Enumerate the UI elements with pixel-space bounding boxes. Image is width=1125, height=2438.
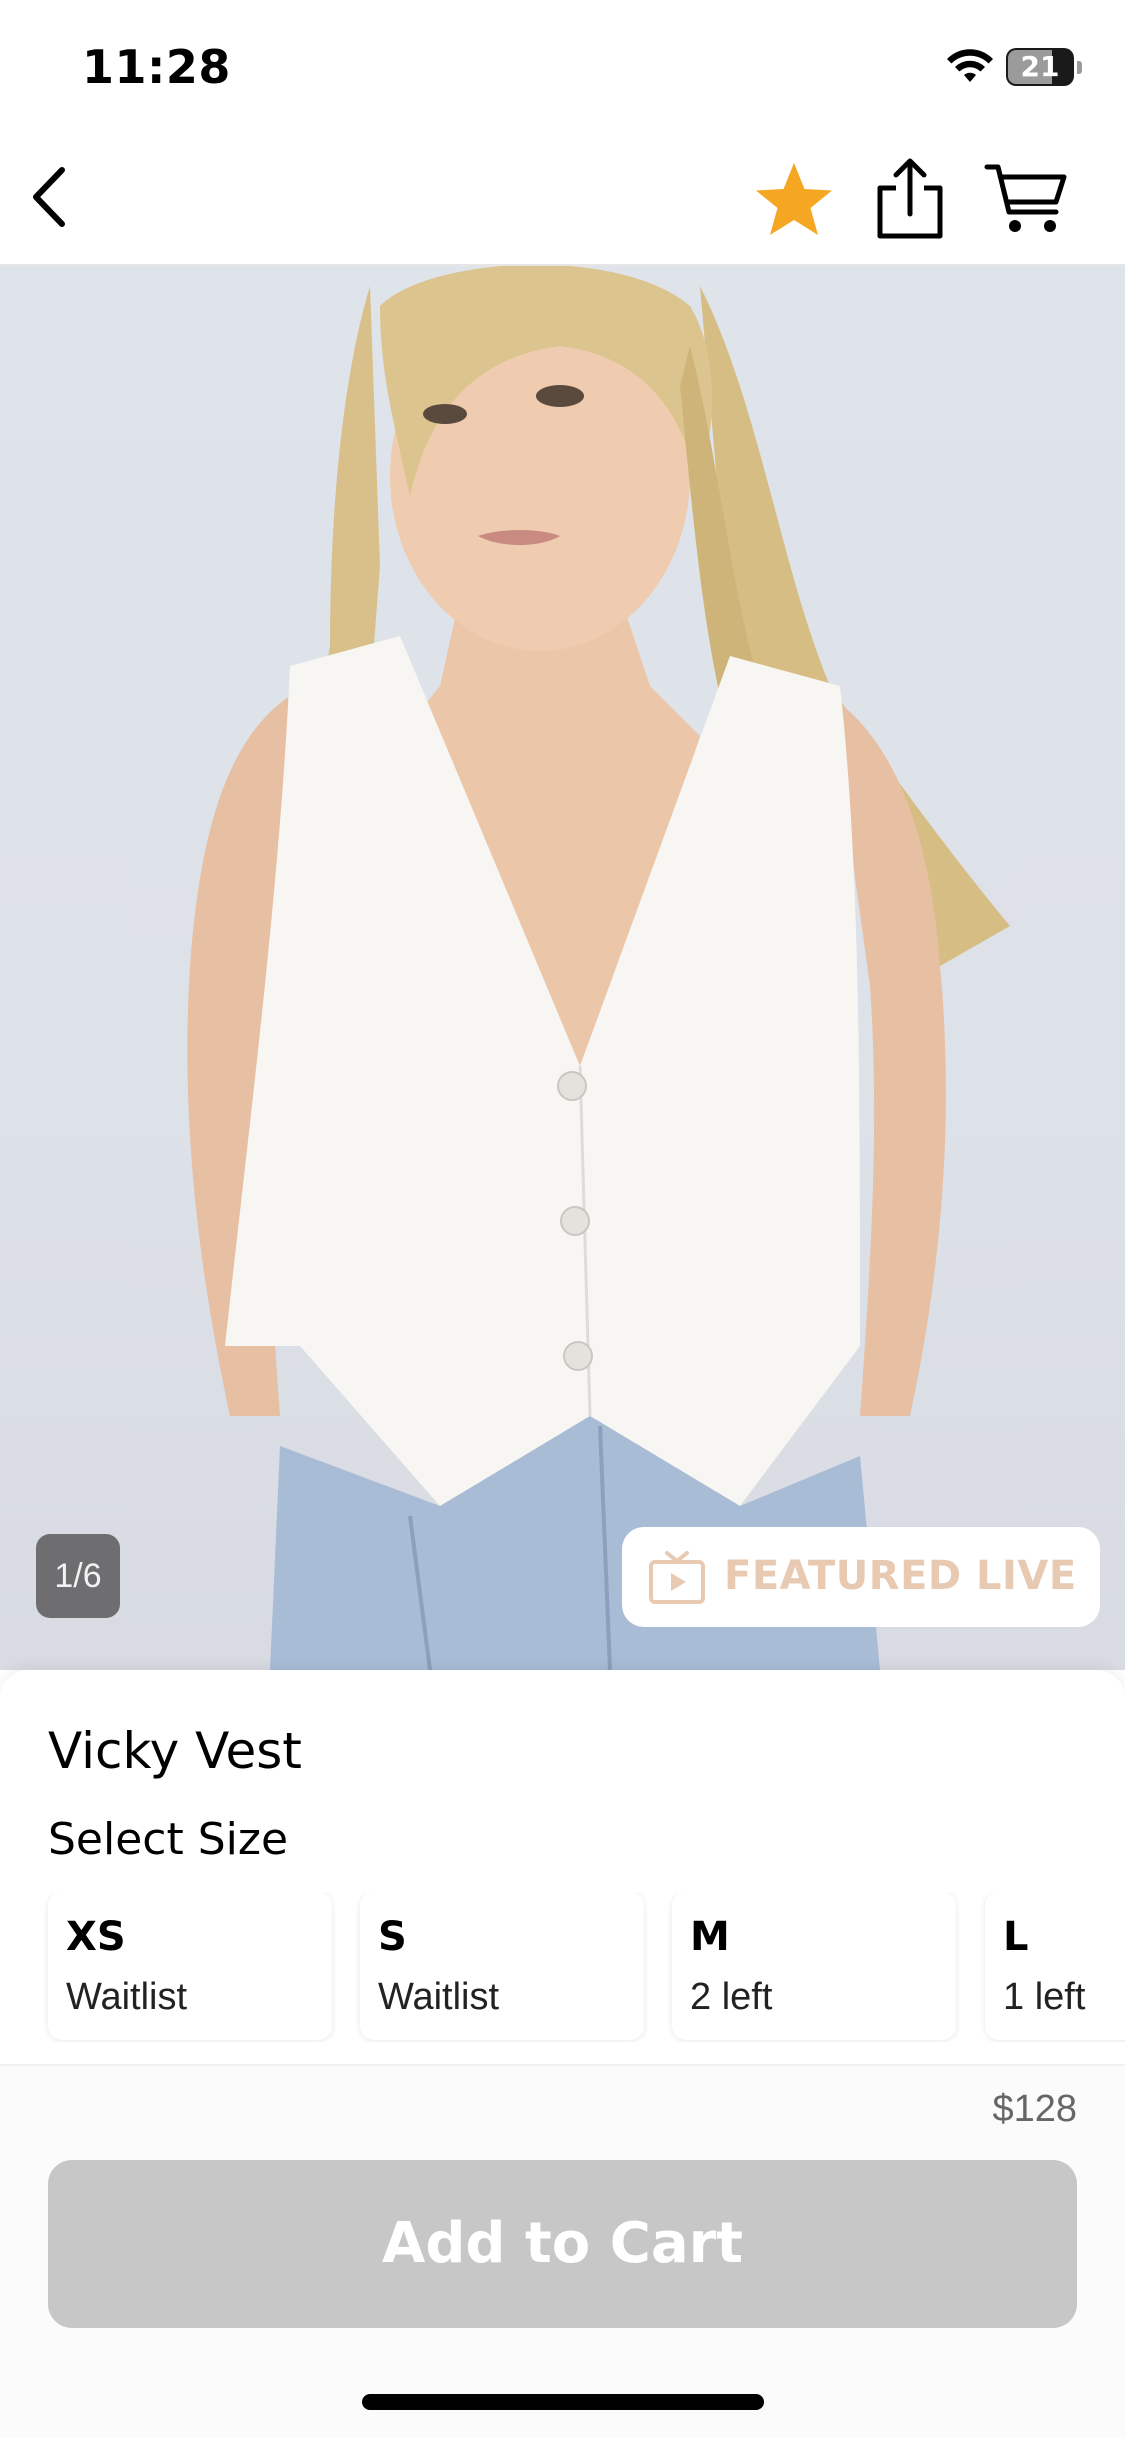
battery-icon: 21 <box>1006 48 1086 88</box>
wifi-icon <box>947 49 993 82</box>
size-option-l[interactable]: L 1 left <box>985 1892 1125 2040</box>
size-option-s[interactable]: S Waitlist <box>360 1892 644 2040</box>
featured-live-label: FEATURED LIVE <box>724 1553 1077 1599</box>
size-code: XS <box>66 1914 126 1960</box>
size-stock: Waitlist <box>66 1976 188 2018</box>
size-stock: Waitlist <box>378 1976 500 2018</box>
page-indicator: 1/6 <box>36 1534 120 1618</box>
nav-bar <box>0 132 1125 266</box>
cart-icon[interactable] <box>984 162 1070 236</box>
status-time: 11:28 <box>82 40 231 94</box>
size-code: S <box>378 1914 407 1960</box>
tv-play-icon <box>649 1551 705 1604</box>
size-code: L <box>1003 1914 1029 1960</box>
battery-level: 21 <box>1020 50 1060 83</box>
size-option-m[interactable]: M 2 left <box>672 1892 956 2040</box>
product-price: $128 <box>992 2088 1077 2130</box>
add-to-cart-button[interactable]: Add to Cart <box>48 2160 1077 2328</box>
select-size-label: Select Size <box>48 1814 289 1865</box>
product-image[interactable] <box>0 266 1125 1670</box>
back-chevron-icon[interactable] <box>18 162 88 232</box>
size-option-xs[interactable]: XS Waitlist <box>48 1892 332 2040</box>
status-bar: 11:28 21 <box>0 0 1125 132</box>
size-stock: 1 left <box>1003 1976 1086 2018</box>
featured-live-badge[interactable]: FEATURED LIVE <box>622 1527 1100 1627</box>
size-code: M <box>690 1914 730 1960</box>
product-name: Vicky Vest <box>48 1722 302 1780</box>
size-stock: 2 left <box>690 1976 773 2018</box>
size-selector[interactable]: XS Waitlist S Waitlist M 2 left L 1 left <box>0 1892 1125 2042</box>
star-icon[interactable] <box>752 160 836 240</box>
product-photo <box>187 266 1010 1670</box>
home-indicator[interactable] <box>362 2394 764 2410</box>
share-icon[interactable] <box>870 156 950 240</box>
